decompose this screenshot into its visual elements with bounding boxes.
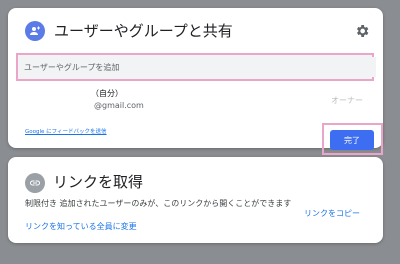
get-link-title: リンクを取得 <box>53 173 144 191</box>
share-dialog: ユーザーやグループと共有 （自分） @gmail.com オーナー Google… <box>8 8 383 155</box>
link-access-description: 制限付き 追加されたユーザーのみが、このリンクから開くことができます <box>25 199 292 208</box>
owner-email: @gmail.com <box>94 101 144 110</box>
done-button-highlight: 完了 <box>322 123 383 155</box>
owner-role: オーナー <box>331 96 363 105</box>
done-button[interactable]: 完了 <box>330 130 374 150</box>
add-people-input[interactable] <box>20 57 376 77</box>
copy-link-button[interactable]: リンクをコピー <box>304 208 360 219</box>
feedback-link[interactable]: Google にフィードバックを送信 <box>25 127 107 135</box>
gear-icon[interactable] <box>354 23 370 39</box>
add-person-icon <box>25 21 45 41</box>
change-link-access-button[interactable]: リンクを知っている全員に変更 <box>25 221 137 232</box>
add-people-input-highlight <box>16 53 376 81</box>
share-dialog-title: ユーザーやグループと共有 <box>54 22 233 40</box>
owner-name: （自分） <box>91 89 123 98</box>
get-link-dialog: リンクを取得 制限付き 追加されたユーザーのみが、このリンクから開くことができま… <box>8 157 383 243</box>
link-icon <box>25 173 45 193</box>
